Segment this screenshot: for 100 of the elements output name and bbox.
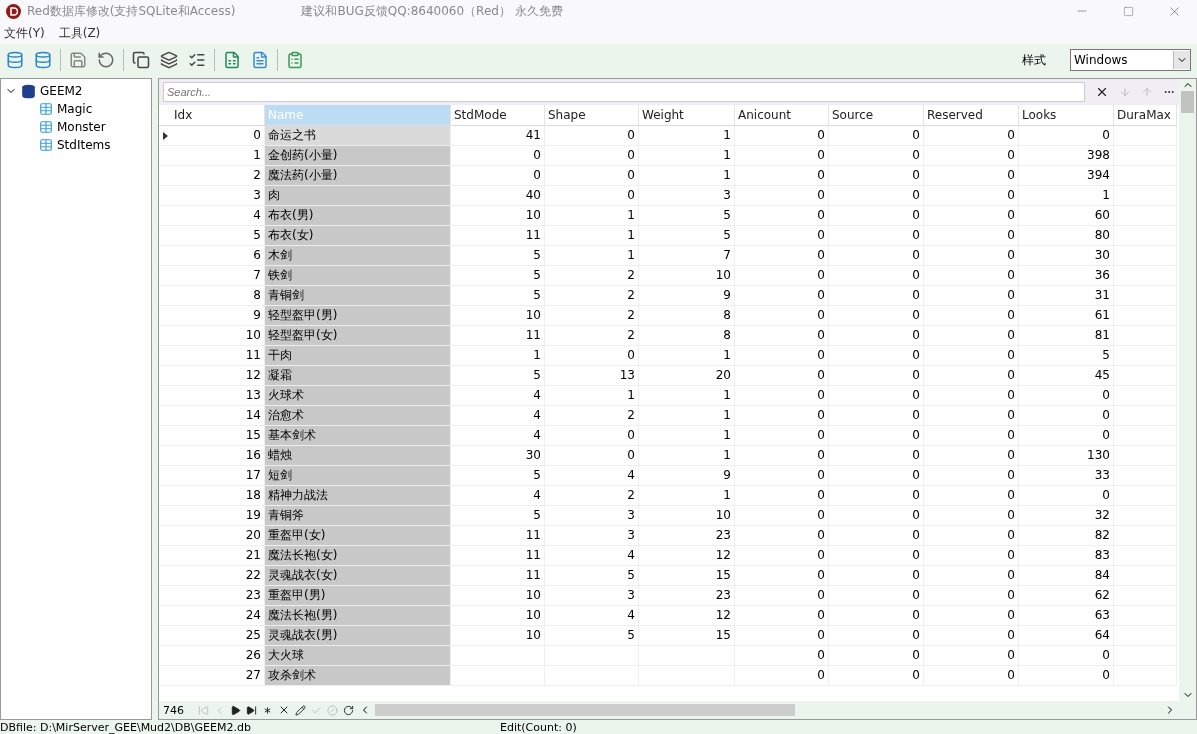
table-cell: 0	[1019, 126, 1114, 146]
copy-button[interactable]	[130, 49, 152, 71]
table-cell: 82	[1019, 526, 1114, 546]
table-cell: 0	[829, 146, 924, 166]
vertical-scrollbar[interactable]	[1179, 79, 1196, 701]
tree-item[interactable]: StdItems	[57, 138, 111, 152]
table-cell: 0	[451, 146, 545, 166]
table-cell: 0	[924, 406, 1019, 426]
table-cell: 0	[924, 646, 1019, 666]
tree-item[interactable]: GEEM2	[40, 84, 83, 98]
column-header[interactable]: Idx	[171, 105, 265, 126]
table-cell: 81	[1019, 326, 1114, 346]
style-dropdown[interactable]: Windows	[1070, 49, 1191, 71]
table-cell: 1	[545, 226, 639, 246]
table-cell: 6	[171, 246, 265, 266]
table-cell: 9	[639, 466, 735, 486]
table-cell: 0	[735, 406, 829, 426]
column-header[interactable]: Weight	[639, 105, 735, 126]
table-cell: 4	[451, 426, 545, 446]
window-subtitle: 建议和BUG反馈QQ:8640060（Red） 永久免费	[301, 2, 563, 20]
table-cell: 0	[735, 446, 829, 466]
scrollbar-thumb[interactable]	[1181, 91, 1194, 113]
table-cell: 0	[735, 486, 829, 506]
column-header[interactable]: Looks	[1019, 105, 1114, 126]
stack-button[interactable]	[158, 49, 180, 71]
table-cell: 0	[1019, 666, 1114, 686]
last-record-button[interactable]	[246, 704, 257, 716]
table-cell: 0	[924, 526, 1019, 546]
table-cell: 11	[451, 226, 545, 246]
column-header[interactable]: StdMode	[451, 105, 545, 126]
table-cell: 0	[924, 506, 1019, 526]
maximize-icon	[1122, 5, 1134, 17]
table-cell: 凝霜	[265, 366, 451, 386]
document-icon	[251, 51, 269, 69]
stack-icon	[160, 51, 178, 69]
table-cell: 0	[924, 186, 1019, 206]
table-cell: 0	[924, 666, 1019, 686]
table-cell: 魔法长袍(男)	[265, 606, 451, 626]
table-cell: 36	[1019, 266, 1114, 286]
table-cell: 魔法药(小量)	[265, 166, 451, 186]
delete-button[interactable]	[278, 704, 290, 716]
table-cell: 0	[735, 506, 829, 526]
table-cell: 0	[924, 566, 1019, 586]
scrollbar-thumb[interactable]	[375, 704, 795, 716]
menu-item[interactable]: 工具(Z)	[58, 24, 101, 42]
refresh-button[interactable]	[343, 704, 354, 716]
clipboard-icon	[286, 51, 304, 69]
tree-item[interactable]: Magic	[57, 102, 93, 116]
table-cell: 0	[924, 366, 1019, 386]
table-cell: 0	[545, 186, 639, 206]
table-cell: 30	[451, 446, 545, 466]
tree-item[interactable]: Monster	[57, 120, 106, 134]
table-cell: 3	[545, 506, 639, 526]
menu-item[interactable]: 文件(Y)	[4, 24, 45, 42]
insert-button[interactable]	[262, 704, 273, 716]
search-field[interactable]: Search...	[163, 82, 1085, 102]
table-cell: 0	[924, 266, 1019, 286]
table-cell: 0	[735, 246, 829, 266]
table-cell: 1	[1019, 186, 1114, 206]
table-cell: 0	[829, 626, 924, 646]
table-cell: 15	[639, 566, 735, 586]
table-icon	[39, 102, 53, 116]
table-cell: 3	[545, 526, 639, 546]
table-cell: 2	[545, 326, 639, 346]
table-cell: 重盔甲(女)	[265, 526, 451, 546]
database-icon	[21, 83, 36, 99]
edit-button[interactable]	[295, 704, 306, 716]
column-header[interactable]: Reserved	[924, 105, 1019, 126]
undo-icon	[97, 51, 115, 69]
table-cell: 命运之书	[265, 126, 451, 146]
table-cell: 11	[451, 566, 545, 586]
row-pointer-icon	[162, 131, 168, 140]
table-cell: 61	[1019, 306, 1114, 326]
column-header[interactable]: Anicount	[735, 105, 829, 126]
table-cell: 1	[639, 386, 735, 406]
table-cell: 0	[735, 266, 829, 286]
table-cell: 0	[829, 166, 924, 186]
table-cell: 轻型盔甲(女)	[265, 326, 451, 346]
table-cell: 0	[735, 646, 829, 666]
table-cell: 13	[545, 366, 639, 386]
table-cell: 0	[829, 366, 924, 386]
column-header[interactable]: DuraMax	[1114, 105, 1177, 126]
table-cell: 10	[451, 606, 545, 626]
table-cell: 0	[829, 186, 924, 206]
table-cell: 21	[171, 546, 265, 566]
table-cell: 0	[1019, 386, 1114, 406]
table-cell: 0	[451, 166, 545, 186]
table-cell: 精神力战法	[265, 486, 451, 506]
table-cell: 32	[1019, 506, 1114, 526]
table-cell: 0	[829, 426, 924, 446]
table-cell: 7	[639, 246, 735, 266]
column-header[interactable]: Source	[829, 105, 924, 126]
table-cell: 41	[451, 126, 545, 146]
table-cell: 重盔甲(男)	[265, 586, 451, 606]
column-header[interactable]: Shape	[545, 105, 639, 126]
table-cell: 0	[735, 146, 829, 166]
next-record-button[interactable]	[230, 704, 241, 716]
table-cell: 7	[171, 266, 265, 286]
table-cell: 27	[171, 666, 265, 686]
clear-search-button[interactable]	[1095, 85, 1109, 99]
